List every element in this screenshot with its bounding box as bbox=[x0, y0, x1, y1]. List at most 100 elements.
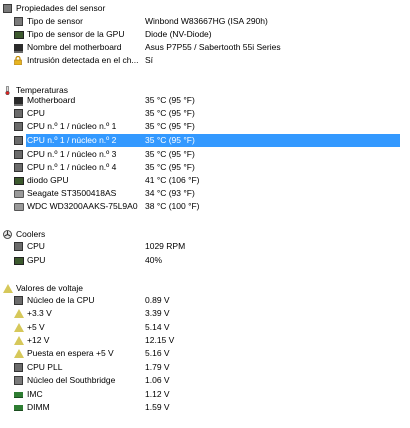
voltage-warning-icon bbox=[14, 336, 24, 345]
item-value: 34 °C (93 °F) bbox=[145, 188, 195, 198]
item-value: 1.59 V bbox=[145, 402, 170, 412]
list-item[interactable]: Núcleo de la CPU 0.89 V bbox=[0, 294, 410, 307]
item-value: 41 °C (106 °F) bbox=[145, 175, 200, 185]
cpu-icon bbox=[14, 242, 23, 251]
cpu-icon bbox=[14, 136, 23, 145]
sensor-chip-icon bbox=[3, 4, 12, 13]
item-value: 1.79 V bbox=[145, 362, 170, 372]
fan-icon bbox=[3, 230, 12, 239]
item-label: WDC WD3200AAKS-75L9A0 bbox=[27, 201, 138, 211]
item-value: Diode (NV-Diode) bbox=[145, 29, 212, 39]
list-item-selected[interactable]: CPU n.º 1 / núcleo n.º 2 35 °C (95 °F) bbox=[0, 134, 410, 147]
cpu-icon bbox=[14, 122, 23, 131]
item-value: 0.89 V bbox=[145, 295, 170, 305]
cpu-icon bbox=[14, 363, 23, 372]
item-label: Núcleo de la CPU bbox=[27, 295, 95, 305]
item-value: 1.06 V bbox=[145, 375, 170, 385]
item-label: +3.3 V bbox=[27, 308, 52, 318]
item-label: +12 V bbox=[27, 335, 50, 345]
list-item[interactable]: Tipo de sensor de la GPU Diode (NV-Diode… bbox=[0, 28, 410, 41]
item-label: IMC bbox=[27, 389, 43, 399]
item-label: Tipo de sensor bbox=[27, 16, 83, 26]
hdd-icon bbox=[14, 203, 24, 211]
voltage-warning-icon bbox=[14, 349, 24, 358]
list-item[interactable]: WDC WD3200AAKS-75L9A0 38 °C (100 °F) bbox=[0, 200, 410, 213]
voltage-warning-icon bbox=[14, 309, 24, 318]
item-label: CPU PLL bbox=[27, 362, 63, 372]
cpu-icon bbox=[14, 296, 23, 305]
item-value: 35 °C (95 °F) bbox=[145, 149, 195, 159]
list-item[interactable]: CPU n.º 1 / núcleo n.º 1 35 °C (95 °F) bbox=[0, 120, 410, 133]
list-item[interactable]: diodo GPU 41 °C (106 °F) bbox=[0, 174, 410, 187]
item-value: 40% bbox=[145, 255, 163, 265]
cpu-icon bbox=[14, 150, 23, 159]
voltage-warning-icon bbox=[14, 323, 24, 332]
item-label: Nombre del motherboard bbox=[27, 42, 122, 52]
list-item[interactable]: IMC 1.12 V bbox=[0, 388, 410, 401]
sensor-chip-icon bbox=[14, 17, 23, 26]
list-item[interactable]: Tipo de sensor Winbond W83667HG (ISA 290… bbox=[0, 15, 410, 28]
lock-icon bbox=[14, 55, 22, 66]
gpu-icon bbox=[14, 31, 24, 39]
item-label: Tipo de sensor de la GPU bbox=[27, 29, 125, 39]
item-label: +5 V bbox=[27, 322, 45, 332]
item-label: CPU n.º 1 / núcleo n.º 2 bbox=[27, 135, 117, 145]
list-item[interactable]: Nombre del motherboard Asus P7P55 / Sabe… bbox=[0, 41, 410, 54]
item-value: Asus P7P55 / Sabertooth 55i Series bbox=[145, 42, 281, 52]
list-item[interactable]: Intrusión detectada en el ch... Sí bbox=[0, 54, 410, 67]
list-item[interactable]: CPU n.º 1 / núcleo n.º 4 35 °C (95 °F) bbox=[0, 161, 410, 174]
motherboard-icon bbox=[14, 97, 23, 106]
list-item[interactable]: GPU 40% bbox=[0, 254, 410, 267]
gpu-icon bbox=[14, 177, 24, 185]
section-header: Propiedades del sensor bbox=[16, 3, 106, 13]
cpu-icon bbox=[14, 109, 23, 118]
item-label: Seagate ST3500418AS bbox=[27, 188, 117, 198]
item-value: 5.14 V bbox=[145, 322, 170, 332]
item-label: diodo GPU bbox=[27, 175, 69, 185]
list-item[interactable]: Puesta en espera +5 V 5.16 V bbox=[0, 347, 410, 360]
item-label: GPU bbox=[27, 255, 46, 265]
item-value: 1.12 V bbox=[145, 389, 170, 399]
list-item[interactable]: Seagate ST3500418AS 34 °C (93 °F) bbox=[0, 187, 410, 200]
item-value: 3.39 V bbox=[145, 308, 170, 318]
item-label: Intrusión detectada en el ch... bbox=[27, 55, 139, 65]
item-value: Sí bbox=[145, 55, 154, 65]
memory-icon bbox=[14, 392, 23, 398]
item-label: Motherboard bbox=[27, 95, 76, 105]
gpu-icon bbox=[14, 257, 24, 265]
item-value: 35 °C (95 °F) bbox=[145, 162, 195, 172]
item-label: CPU bbox=[27, 108, 45, 118]
item-label: DIMM bbox=[27, 402, 50, 412]
list-item[interactable]: Motherboard 35 °C (95 °F) bbox=[0, 94, 410, 107]
item-value: 5.16 V bbox=[145, 348, 170, 358]
hdd-icon bbox=[14, 190, 24, 198]
list-item[interactable]: CPU 1029 RPM bbox=[0, 240, 410, 253]
list-item[interactable]: +3.3 V 3.39 V bbox=[0, 307, 410, 320]
item-value: Winbond W83667HG (ISA 290h) bbox=[145, 16, 268, 26]
chip-icon bbox=[14, 376, 23, 385]
item-label: Núcleo del Southbridge bbox=[27, 375, 116, 385]
section-sensor-properties[interactable]: Propiedades del sensor bbox=[0, 2, 410, 15]
item-label: CPU n.º 1 / núcleo n.º 4 bbox=[27, 162, 117, 172]
item-value: 1029 RPM bbox=[145, 241, 186, 251]
memory-icon bbox=[14, 405, 23, 411]
list-item[interactable]: CPU 35 °C (95 °F) bbox=[0, 107, 410, 120]
voltage-warning-icon bbox=[3, 284, 13, 293]
list-item[interactable]: +12 V 12.15 V bbox=[0, 334, 410, 347]
item-label: CPU n.º 1 / núcleo n.º 1 bbox=[27, 121, 117, 131]
list-item[interactable]: Núcleo del Southbridge 1.06 V bbox=[0, 374, 410, 387]
item-label: Puesta en espera +5 V bbox=[27, 348, 114, 358]
cpu-icon bbox=[14, 163, 23, 172]
list-item[interactable]: DIMM 1.59 V bbox=[0, 401, 410, 414]
item-value: 35 °C (95 °F) bbox=[145, 121, 195, 131]
item-label: CPU n.º 1 / núcleo n.º 3 bbox=[27, 149, 117, 159]
item-value: 38 °C (100 °F) bbox=[145, 201, 200, 211]
list-item[interactable]: CPU PLL 1.79 V bbox=[0, 361, 410, 374]
motherboard-icon bbox=[14, 44, 23, 53]
list-item[interactable]: CPU n.º 1 / núcleo n.º 3 35 °C (95 °F) bbox=[0, 148, 410, 161]
item-value: 35 °C (95 °F) bbox=[145, 135, 195, 145]
item-label: CPU bbox=[27, 241, 45, 251]
item-value: 12.15 V bbox=[145, 335, 175, 345]
item-value: 35 °C (95 °F) bbox=[145, 108, 195, 118]
list-item[interactable]: +5 V 5.14 V bbox=[0, 321, 410, 334]
